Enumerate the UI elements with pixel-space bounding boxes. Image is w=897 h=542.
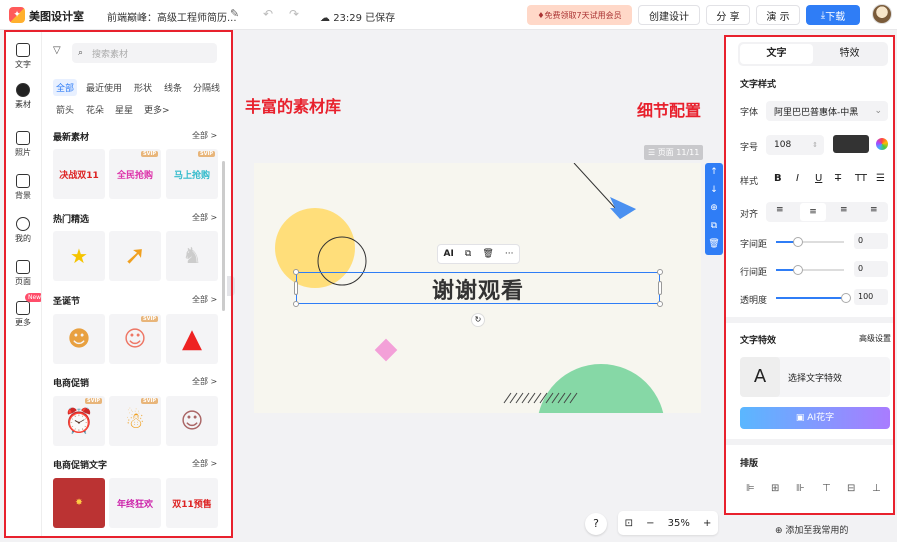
move-up-icon[interactable]: ↑: [705, 163, 723, 181]
copy-icon[interactable]: ⧉: [465, 249, 471, 259]
add-common-label: 添加至我常用的: [785, 526, 849, 536]
pink-diamond[interactable]: [374, 338, 398, 362]
annotation-left: 丰富的素材库: [245, 97, 342, 116]
page-indicator-text: 页面 11/11: [657, 148, 700, 157]
resize-handle[interactable]: [657, 301, 663, 307]
canvas-main-text[interactable]: 谢谢观看: [296, 273, 660, 305]
side-handle[interactable]: [294, 281, 298, 295]
ai-button[interactable]: AI: [444, 249, 454, 259]
promo-button[interactable]: ♦ 免费领取7天试用会员: [527, 5, 632, 25]
share-button[interactable]: 分 享: [706, 5, 750, 25]
app-logo: ✦: [9, 7, 25, 23]
download-button[interactable]: ⤓ 下载: [806, 5, 860, 25]
zoom-value[interactable]: 35%: [668, 518, 690, 529]
delete-icon[interactable]: 🗑: [482, 249, 493, 259]
save-status-text: 23:29 已保存: [333, 13, 396, 24]
zoom-out-button[interactable]: −: [646, 518, 654, 529]
app-name: 美图设计室: [29, 10, 84, 23]
redo-icon[interactable]: ↷: [289, 7, 299, 21]
annotation-right: 细节配置: [637, 101, 702, 120]
help-button[interactable]: ?: [585, 513, 607, 535]
fit-screen-icon[interactable]: ⊡: [625, 518, 633, 529]
save-status: ☁ 23:29 已保存: [320, 13, 396, 24]
zoom-bar: ⊡ − 35% +: [618, 511, 718, 535]
right-highlight-box: [724, 35, 895, 515]
arrow-line[interactable]: [573, 163, 617, 210]
resize-handle[interactable]: [657, 269, 663, 275]
undo-icon[interactable]: ↶: [263, 7, 273, 21]
green-semicircle[interactable]: [537, 364, 665, 413]
promo-label: 免费领取7天试用会员: [544, 10, 622, 20]
create-design-button[interactable]: 创建设计: [638, 5, 700, 25]
edit-icon[interactable]: ✎: [230, 7, 239, 20]
add-page-icon[interactable]: ⊕: [705, 199, 723, 217]
resize-handle[interactable]: [293, 269, 299, 275]
add-to-common-button[interactable]: ⊕ 添加至我常用的: [775, 523, 848, 536]
blue-triangle-fill: [610, 197, 636, 219]
top-bar: ✦ 美图设计室 前端巅峰：高级工程师简历... ✎ ↶ ↷ ☁ 23:29 已保…: [0, 0, 897, 30]
rotate-handle-icon[interactable]: ↻: [471, 313, 485, 327]
left-highlight-box: [4, 30, 233, 538]
resize-handle[interactable]: [293, 301, 299, 307]
side-handle[interactable]: [658, 281, 662, 295]
move-down-icon[interactable]: ↓: [705, 181, 723, 199]
present-button[interactable]: 演 示: [756, 5, 800, 25]
document-title[interactable]: 前端巅峰：高级工程师简历...: [107, 9, 237, 24]
context-toolbar: AI ⧉ 🗑 ···: [437, 244, 520, 264]
duplicate-page-icon[interactable]: ⧉: [705, 217, 723, 235]
download-label: 下载: [825, 11, 846, 23]
canvas-side-toolbar: ↑ ↓ ⊕ ⧉ 🗑: [705, 163, 723, 255]
page-indicator: ☰ 页面 11/11: [644, 145, 704, 160]
delete-page-icon[interactable]: 🗑: [705, 235, 723, 253]
avatar[interactable]: [872, 4, 892, 24]
more-icon[interactable]: ···: [505, 249, 514, 259]
zoom-in-button[interactable]: +: [703, 518, 711, 529]
